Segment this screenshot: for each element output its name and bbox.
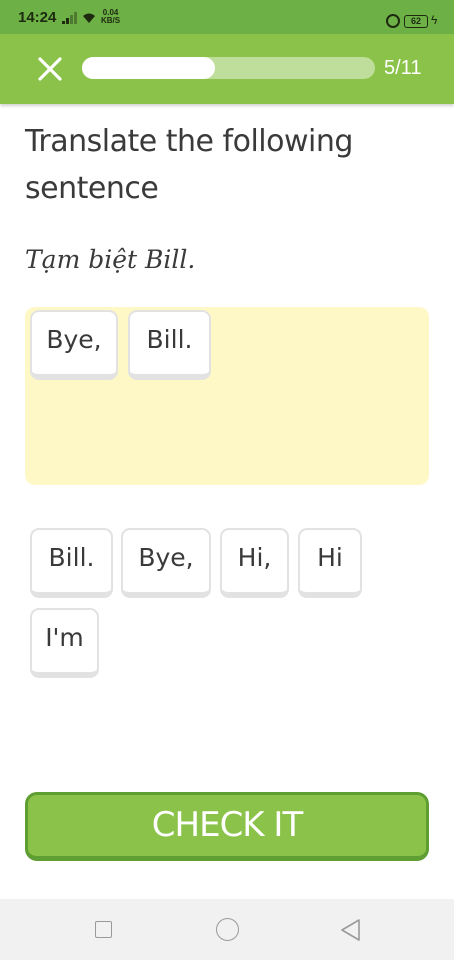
recent-apps-icon[interactable]	[95, 921, 112, 938]
status-bar: 14:24 0.04 KB/S 62 ϟ	[0, 0, 454, 34]
close-icon[interactable]	[36, 55, 64, 83]
progress-bar	[82, 57, 375, 79]
net-speed: 0.04 KB/S	[101, 9, 120, 25]
word-bank-chip[interactable]: Hi	[298, 528, 362, 598]
progress-counter: 5/11	[384, 57, 422, 79]
answer-chip[interactable]: Bye,	[30, 310, 118, 380]
answer-chip[interactable]: Bill.	[128, 310, 211, 380]
word-bank-chip[interactable]: Bye,	[121, 528, 211, 598]
lesson-header: 5/11	[0, 34, 454, 104]
battery-level: 62	[410, 16, 421, 26]
battery-icon: 62	[404, 15, 428, 28]
wifi-icon	[83, 13, 95, 23]
home-icon[interactable]	[216, 918, 239, 941]
signal-icon	[62, 12, 78, 24]
source-sentence: Tạm biệt Bill.	[25, 245, 196, 274]
status-time: 14:24	[18, 9, 57, 26]
progress-fill	[82, 57, 216, 79]
navigation-bar	[0, 899, 454, 960]
word-bank-chip[interactable]: Bill.	[30, 528, 113, 598]
back-icon[interactable]	[339, 918, 361, 942]
charging-icon: ϟ	[431, 13, 438, 27]
rotation-lock-icon	[386, 14, 400, 28]
exercise-prompt: Translate the following sentence	[25, 124, 353, 206]
check-it-button[interactable]: CHECK IT	[25, 792, 429, 861]
net-speed-unit: KB/S	[101, 16, 121, 25]
word-bank-chip[interactable]: I'm	[30, 608, 99, 678]
word-bank-chip[interactable]: Hi,	[220, 528, 289, 598]
